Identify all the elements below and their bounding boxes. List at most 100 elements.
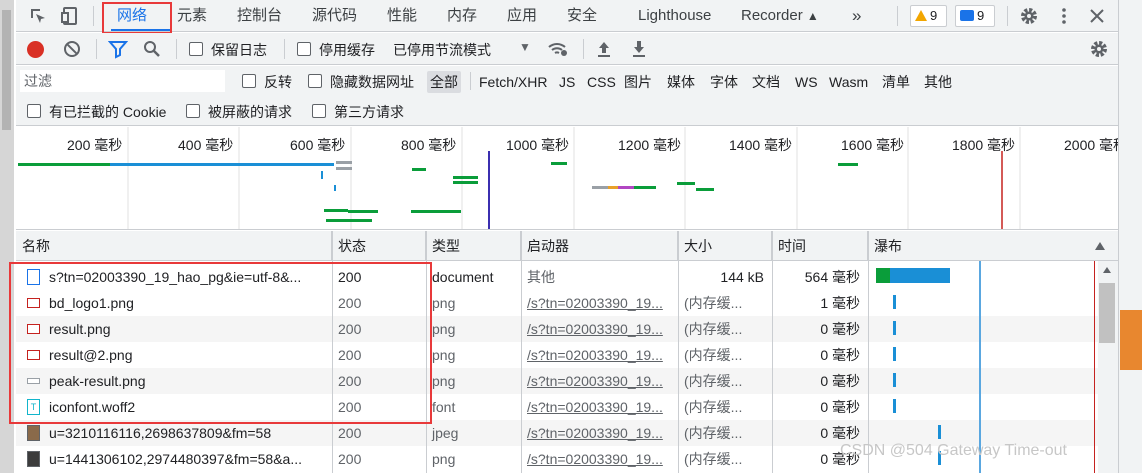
tab-recorder[interactable]: Recorder ▲ <box>741 0 819 32</box>
request-initiator-link[interactable]: /s?tn=02003390_19... <box>521 316 678 342</box>
blocked-cookies-checkbox[interactable] <box>27 104 41 118</box>
tab-security[interactable]: 安全 <box>567 0 597 32</box>
filter-type-all[interactable]: 全部 <box>427 71 461 93</box>
throttling-select[interactable]: 已停用节流模式 <box>393 40 491 60</box>
tab-console[interactable]: 控制台 <box>237 0 282 32</box>
network-settings-gear-icon[interactable] <box>1089 39 1109 59</box>
tab-elements[interactable]: 元素 <box>177 0 207 32</box>
divider <box>284 39 285 59</box>
overview-tick-label: 1600 毫秒 <box>841 137 905 153</box>
download-har-icon[interactable] <box>629 39 649 59</box>
divider <box>470 72 471 90</box>
clear-button[interactable] <box>64 41 80 57</box>
column-header-initiator[interactable]: 启动器 <box>521 231 678 261</box>
column-divider[interactable] <box>772 231 773 473</box>
filter-type-img[interactable]: 图片 <box>621 71 655 93</box>
blocked-cookies-label: 有已拦截的 Cookie <box>49 104 167 120</box>
waterfall-bar <box>893 347 896 361</box>
tab-application[interactable]: 应用 <box>507 0 537 32</box>
settings-gear-icon[interactable] <box>1019 6 1039 26</box>
tab-lighthouse[interactable]: Lighthouse <box>638 0 711 32</box>
warnings-badge[interactable]: 9 <box>910 5 947 27</box>
filter-type-css[interactable]: CSS <box>584 71 619 93</box>
column-header-waterfall[interactable]: 瀑布 <box>868 231 1118 261</box>
more-options-icon[interactable] <box>1054 6 1074 26</box>
filter-input[interactable] <box>20 70 225 92</box>
more-tabs-button[interactable]: » <box>852 0 861 32</box>
overview-tick-label: 1200 毫秒 <box>618 137 682 153</box>
chevron-down-icon[interactable]: ▼ <box>519 40 531 54</box>
left-scroll-thumb[interactable] <box>2 10 11 130</box>
record-button[interactable] <box>27 41 44 58</box>
overview-bar <box>348 210 378 213</box>
filter-bar: 反转 隐藏数据网址 全部 Fetch/XHR JS CSS 图片 媒体 字体 文… <box>16 66 1118 96</box>
filter-funnel-icon[interactable] <box>107 39 129 59</box>
inspect-element-icon[interactable] <box>28 6 48 26</box>
device-toolbar-icon[interactable] <box>60 6 80 26</box>
request-type: png <box>432 321 456 337</box>
table-scrollbar-thumb[interactable] <box>1099 283 1115 343</box>
filter-type-media[interactable]: 媒体 <box>664 71 698 93</box>
waterfall-load-line <box>1094 261 1095 473</box>
request-initiator: 其他 <box>527 269 555 285</box>
request-initiator-link[interactable]: /s?tn=02003390_19... <box>521 394 678 420</box>
preserve-log-checkbox[interactable] <box>189 42 203 56</box>
overview-bar <box>110 163 334 166</box>
column-header-type[interactable]: 类型 <box>426 231 521 261</box>
filter-type-fetch-xhr[interactable]: Fetch/XHR <box>476 71 550 93</box>
tab-performance[interactable]: 性能 <box>387 0 417 32</box>
filter-type-js[interactable]: JS <box>556 71 578 93</box>
waterfall-cell <box>868 290 1098 316</box>
highlight-box-tab <box>102 2 172 34</box>
request-type: png <box>432 295 456 311</box>
column-divider[interactable] <box>521 231 522 473</box>
filter-type-ws[interactable]: WS <box>792 71 821 93</box>
request-initiator-link[interactable]: /s?tn=02003390_19... <box>521 290 678 316</box>
tab-memory[interactable]: 内存 <box>447 0 477 32</box>
request-initiator-link[interactable]: /s?tn=02003390_19... <box>521 368 678 394</box>
tab-sources[interactable]: 源代码 <box>312 0 357 32</box>
filter-type-manifest[interactable]: 清单 <box>879 71 913 93</box>
column-header-time[interactable]: 时间 <box>772 231 868 261</box>
waterfall-bar <box>893 321 896 335</box>
disable-cache-checkbox[interactable] <box>297 42 311 56</box>
sort-ascending-icon[interactable] <box>1095 242 1105 250</box>
divider <box>176 39 177 59</box>
request-initiator-link[interactable]: /s?tn=02003390_19... <box>521 420 678 446</box>
overview-bar <box>336 167 352 170</box>
upload-har-icon[interactable] <box>594 39 614 59</box>
table-scrollbar[interactable] <box>1098 261 1118 473</box>
invert-checkbox[interactable] <box>242 74 256 88</box>
waterfall-cell <box>868 368 1098 394</box>
waterfall-bar <box>893 399 896 413</box>
column-header-name[interactable]: 名称 <box>16 231 332 261</box>
column-header-size[interactable]: 大小 <box>678 231 772 261</box>
column-divider[interactable] <box>678 231 679 473</box>
waterfall-bar <box>893 295 896 309</box>
request-size: (内存缓... <box>684 321 743 337</box>
divider <box>583 39 584 59</box>
column-header-status[interactable]: 状态 <box>332 231 426 261</box>
filter-type-doc[interactable]: 文档 <box>749 71 783 93</box>
close-icon[interactable] <box>1087 6 1107 26</box>
request-initiator-link[interactable]: /s?tn=02003390_19... <box>521 446 678 472</box>
request-initiator-link[interactable]: /s?tn=02003390_19... <box>521 342 678 368</box>
blocked-requests-checkbox[interactable] <box>186 104 200 118</box>
search-icon[interactable] <box>142 39 162 59</box>
scroll-up-arrow-icon[interactable] <box>1103 267 1111 273</box>
divider <box>897 6 898 26</box>
filter-type-font[interactable]: 字体 <box>707 71 741 93</box>
third-party-checkbox[interactable] <box>312 104 326 118</box>
network-conditions-icon[interactable] <box>547 39 567 59</box>
overview-tick-label: 800 毫秒 <box>401 137 457 153</box>
watermark: CSDN @504 Gateway Time-out <box>840 442 1067 459</box>
hide-data-urls-checkbox[interactable] <box>308 74 322 88</box>
overview-bar <box>326 219 372 222</box>
filter-type-other[interactable]: 其他 <box>921 71 955 93</box>
filter-type-wasm[interactable]: Wasm <box>826 71 871 93</box>
column-divider[interactable] <box>868 231 869 473</box>
overview-bar <box>453 176 478 179</box>
messages-badge[interactable]: 9 <box>955 5 995 27</box>
timeline-overview[interactable]: 200 毫秒 400 毫秒 600 毫秒 800 毫秒 1000 毫秒 1200… <box>16 127 1118 230</box>
divider <box>96 39 97 59</box>
